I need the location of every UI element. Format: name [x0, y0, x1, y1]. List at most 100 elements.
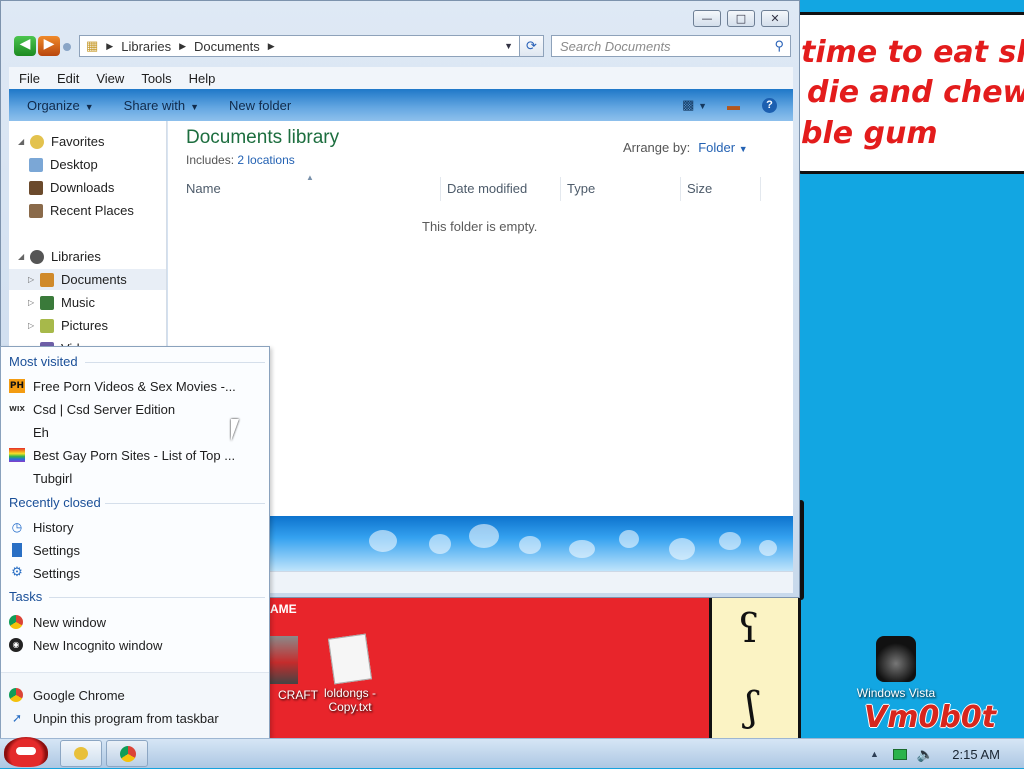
jump-item-label: Best Gay Porn Sites - List of Top ... [33, 447, 236, 463]
back-button[interactable]: ◀ [14, 36, 36, 56]
jump-item-most-visited[interactable]: Eh [9, 421, 49, 443]
empty-folder-message: This folder is empty. [422, 219, 538, 234]
jump-item-new-incognito-window[interactable]: ◉ New Incognito window [9, 634, 162, 656]
expand-arrow-icon: ▷ [28, 275, 35, 284]
rainbow-flag-icon [9, 448, 25, 462]
nav-recent-places[interactable]: Recent Places [29, 200, 134, 221]
bubble [759, 540, 777, 556]
drawing-squiggle: ʕ [738, 606, 760, 652]
address-bar[interactable]: ▦ ▶ Libraries ▶ Documents ▶ ▼ [79, 35, 544, 57]
library-title: Documents library [186, 127, 340, 148]
watermark-text: Vm0b0t [864, 700, 997, 735]
jump-item-most-visited[interactable]: PH Free Porn Videos & Sex Movies -... [9, 375, 236, 397]
divider [49, 597, 265, 598]
taskbar-explorer-button[interactable] [60, 740, 102, 767]
recent-pages-icon[interactable] [63, 43, 71, 51]
jump-item-label: New window [33, 614, 106, 630]
explorer-library-icon [74, 747, 88, 760]
new-folder-button[interactable]: New folder [229, 98, 291, 113]
includes-locations-link[interactable]: 2 locations [237, 153, 294, 167]
banner-text: AME [270, 602, 297, 616]
nav-downloads[interactable]: Downloads [29, 177, 114, 198]
includes-label: Includes: [186, 153, 235, 167]
jump-item-most-visited[interactable]: Tubgirl [9, 467, 72, 489]
divider [105, 503, 265, 504]
nav-pictures[interactable]: ▷ Pictures [9, 315, 108, 336]
minimize-button[interactable]: — [693, 10, 721, 27]
close-button[interactable]: ✕ [761, 10, 789, 27]
desktop-icon-loldongs[interactable]: loldongs - Copy.txt [310, 633, 390, 714]
maximize-button[interactable]: □ [727, 10, 755, 27]
column-date-modified[interactable]: Date modified [441, 177, 561, 201]
jump-list-footer: Google Chrome ➚ Unpin this program from t… [1, 672, 269, 738]
menu-edit[interactable]: Edit [57, 71, 79, 86]
nav-documents[interactable]: ▷ Documents [9, 269, 166, 290]
organize-button[interactable]: Organize ▼ [27, 98, 94, 113]
column-type[interactable]: Type [561, 177, 681, 201]
recycle-bin-icon [876, 636, 916, 682]
share-with-button[interactable]: Share with ▼ [124, 98, 199, 113]
nav-favorites[interactable]: ◢ Favorites [9, 131, 104, 152]
jump-item-google-chrome[interactable]: Google Chrome [9, 684, 125, 706]
address-dropdown-icon[interactable]: ▼ [504, 41, 513, 51]
wix-icon: WIX [9, 405, 25, 413]
jump-item-new-window[interactable]: New window [9, 611, 106, 633]
start-button-angry-bird-icon[interactable] [4, 737, 48, 767]
search-placeholder: Search Documents [560, 39, 671, 54]
search-icon[interactable]: ⚲ [774, 38, 784, 54]
most-visited-header: Most visited [9, 354, 78, 369]
pictures-icon [40, 318, 54, 333]
arrange-by: Arrange by: Folder ▼ [623, 140, 748, 155]
menu-view[interactable]: View [96, 71, 124, 86]
nav-label: Downloads [50, 180, 115, 195]
back-arrow-icon: ◀ [19, 36, 31, 52]
drawing-squiggle: ʃ [746, 684, 757, 730]
breadcrumb-documents[interactable]: Documents [194, 39, 260, 54]
blank-page-icon [9, 425, 25, 439]
text-file-icon [327, 633, 373, 685]
menu-tools[interactable]: Tools [141, 71, 171, 86]
nav-label: Desktop [50, 157, 98, 172]
network-icon[interactable] [892, 748, 907, 760]
menu-file[interactable]: File [19, 71, 40, 86]
desktop-icon-windows-vista[interactable]: Windows Vista [856, 636, 936, 700]
nav-libraries[interactable]: ◢ Libraries [9, 246, 101, 267]
breadcrumb-libraries[interactable]: Libraries [121, 39, 171, 54]
desktop-icon-label: loldongs - Copy.txt [323, 686, 377, 714]
forward-button[interactable]: ▶ [38, 36, 60, 56]
divider [85, 362, 265, 363]
search-input[interactable]: Search Documents ⚲ [551, 35, 791, 57]
breadcrumb-separator-icon: ▶ [179, 40, 186, 51]
jump-item-label: Tubgirl [33, 470, 73, 486]
column-size[interactable]: Size [681, 177, 761, 201]
bubble [719, 532, 741, 550]
recent-places-icon [29, 203, 43, 218]
volume-icon[interactable]: 🔈 [917, 746, 934, 763]
nav-label: Favorites [51, 134, 105, 149]
history-clock-icon: ◷ [11, 520, 23, 534]
nav-desktop[interactable]: Desktop [29, 154, 98, 175]
jump-item-settings[interactable]: ⚙ Settings [9, 562, 80, 584]
meme-line-2: die and chew [807, 75, 1024, 110]
meme-line-1: time to eat shit [801, 35, 1024, 70]
preview-pane-icon[interactable]: ▬ [727, 98, 740, 113]
jump-item-history[interactable]: ◷ History [9, 516, 74, 538]
meme-speech-bubble: time to eat shit die and chew ble gum [790, 12, 1024, 174]
nav-music[interactable]: ▷ Music [9, 292, 95, 313]
taskbar-chrome-button[interactable] [106, 740, 148, 767]
show-hidden-icons-icon[interactable]: ▲ [870, 749, 879, 759]
column-name[interactable]: Name [180, 177, 441, 201]
jump-item-settings[interactable]: Settings [9, 539, 80, 561]
view-options-icon[interactable]: ▩ ▼ [682, 97, 707, 113]
taskbar-clock[interactable]: 2:15 AM [952, 747, 1000, 762]
jump-item-most-visited[interactable]: Best Gay Porn Sites - List of Top ... [9, 444, 235, 466]
refresh-button[interactable]: ⟳ [519, 35, 544, 57]
menu-help[interactable]: Help [189, 71, 216, 86]
arrange-dropdown[interactable]: Folder ▼ [698, 140, 747, 155]
jump-item-unpin[interactable]: ➚ Unpin this program from taskbar [9, 707, 219, 729]
jump-item-most-visited[interactable]: WIX Csd | Csd Server Edition [9, 398, 175, 420]
jump-item-label: New Incognito window [33, 637, 163, 653]
help-icon[interactable]: ? [762, 97, 777, 113]
bubble [619, 530, 639, 548]
command-bar: Organize ▼ Share with ▼ New folder ▩ ▼ ▬ ? [9, 89, 793, 121]
